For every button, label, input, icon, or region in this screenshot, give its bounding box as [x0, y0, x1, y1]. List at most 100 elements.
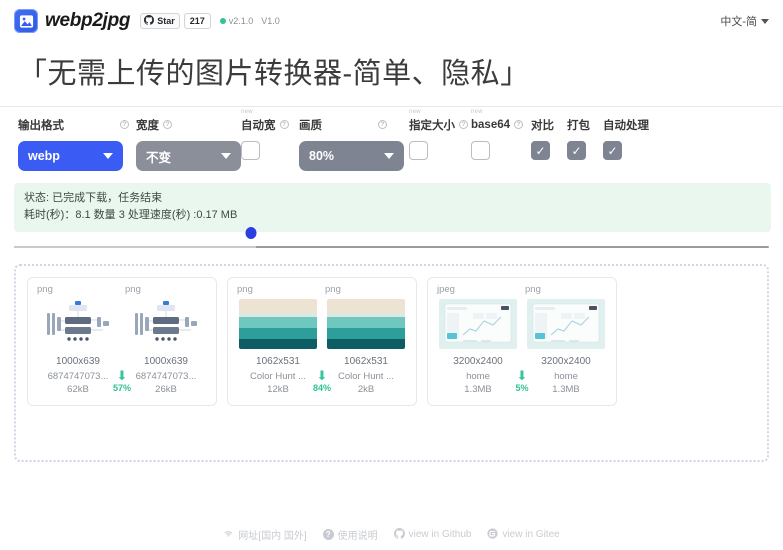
control-5: new 指定大小? [409, 109, 471, 160]
format-label: png [325, 284, 341, 296]
github-star-button[interactable]: Star [140, 13, 180, 29]
progress-slider[interactable] [0, 227, 783, 249]
gitee-icon [487, 527, 499, 542]
checkbox-自动宽[interactable] [241, 141, 260, 160]
control-label: base64? [471, 117, 531, 132]
control-label: 自动宽? [241, 117, 299, 132]
checkbox-对比[interactable] [531, 141, 550, 160]
filename-label: 6874747073... [47, 370, 109, 382]
new-badge: new [241, 109, 253, 115]
checkbox-指定大小[interactable] [409, 141, 428, 160]
reduction-percent: 57% [112, 383, 132, 394]
help-icon[interactable]: ? [459, 120, 468, 129]
network-diagram-thumbnail [39, 299, 117, 350]
select-宽度[interactable]: 不变 [136, 141, 241, 171]
control-8: 打包 [567, 117, 603, 160]
reduction-percent: 84% [312, 383, 332, 394]
format-label: jpeg [437, 284, 455, 296]
image-meta: 1062x531 Color Hunt ... 2kB [338, 355, 394, 397]
version-status-dot [219, 18, 226, 24]
slider-track[interactable] [14, 246, 769, 249]
format-label: png [125, 284, 141, 296]
image-meta: 1000x639 6874747073... 26kB [136, 355, 197, 397]
image-thumbnail[interactable] [439, 299, 517, 350]
slider-fill [14, 246, 256, 249]
control-label: 画质? [299, 117, 409, 132]
footer-link[interactable]: 网址[国内 国外] [223, 527, 307, 542]
control-label: 对比 [531, 119, 554, 132]
help-icon[interactable]: ? [120, 120, 129, 129]
select-value: 不变 [146, 150, 172, 165]
image-meta: 3200x2400 home 1.3MB [453, 355, 503, 397]
status-panel: 状态: 已完成下载，任务结束 耗时(秒)：8.1 数量 3 处理速度(秒) :0… [14, 183, 771, 233]
download-arrow-icon[interactable]: ⬇ [317, 369, 328, 382]
image-thumbnail[interactable] [327, 299, 405, 350]
filesize-label: 1.3MB [464, 384, 492, 396]
filesize-label: 12kB [267, 384, 289, 396]
image-thumbnail[interactable] [39, 299, 117, 350]
result-target: png 1062x531 Color Hunt ... 2kB [322, 284, 410, 397]
color-palette-thumbnail [239, 299, 317, 350]
filename-label: Color Hunt ... [250, 370, 306, 382]
result-card[interactable]: png 1062x531 Color Hunt ... 12kB png 1062x531… [227, 277, 417, 407]
result-source: png 1062x531 Color Hunt ... 12kB [234, 284, 322, 397]
image-meta: 1000x639 6874747073... 62kB [48, 355, 109, 397]
status-line-1: 状态: 已完成下载，任务结束 [24, 192, 163, 204]
version-label: v2.1.0 [228, 16, 254, 26]
footer-link[interactable]: view in Gitee [487, 527, 560, 542]
select-画质[interactable]: 80% [299, 141, 404, 171]
checkbox-自动处理[interactable] [603, 141, 622, 160]
help-icon[interactable]: ? [163, 120, 172, 129]
footer-link-label: view in Gitee [502, 529, 560, 540]
result-source: jpeg 3200x2400 home 1.3MB [434, 284, 522, 397]
file-dropzone[interactable]: png 1000x639 6874747073... 62kB png 1000x639 6… [14, 264, 769, 463]
select-value: 80% [309, 149, 335, 163]
image-meta: 3200x2400 home 1.3MB [541, 355, 591, 397]
checkbox-base64[interactable] [471, 141, 490, 160]
app-root: webp2jpg Star 217 v2.1.0 V1.0 中文-简 「无需上传… [0, 0, 783, 550]
image-thumbnail[interactable] [127, 299, 205, 350]
filename-label: home [466, 370, 490, 382]
reduction-badge: ⬇ 57% [112, 369, 132, 394]
dashboard-screenshot-thumbnail [527, 299, 605, 350]
image-thumbnail[interactable] [527, 299, 605, 350]
help-icon[interactable]: ? [514, 120, 524, 129]
help-icon[interactable]: ? [378, 120, 387, 129]
language-selector[interactable]: 中文-简 [720, 13, 769, 29]
checkbox-打包[interactable] [567, 141, 586, 160]
result-target: png 1000x639 6874747073... 26kB [122, 284, 210, 397]
download-arrow-icon[interactable]: ⬇ [117, 369, 128, 382]
control-9: 自动处理 [603, 117, 669, 160]
reduction-badge: ⬇ 5% [515, 369, 528, 393]
footer: 网址[国内 国外] ? 使用说明 view in Github view in Gite… [0, 527, 783, 542]
format-label: png [525, 284, 541, 296]
dashboard-screenshot-thumbnail [439, 299, 517, 350]
wifi-icon [223, 528, 234, 542]
version-alt-label: V1.0 [261, 16, 280, 26]
language-label: 中文-简 [720, 16, 757, 28]
result-source: png 1000x639 6874747073... 62kB [34, 284, 122, 397]
control-label: 自动处理 [603, 119, 649, 132]
format-label: png [237, 284, 253, 296]
status-line-2: 耗时(秒)：8.1 数量 3 处理速度(秒) :0.17 MB [24, 209, 238, 222]
select-输出格式[interactable]: webp [18, 141, 123, 171]
result-card[interactable]: jpeg 3200x2400 home 1.3MB png 3200x2400 home 1.… [427, 277, 617, 407]
app-header: webp2jpg Star 217 v2.1.0 V1.0 中文-简 [0, 0, 783, 42]
chevron-down-icon [384, 153, 394, 159]
help-icon[interactable]: ? [279, 120, 289, 129]
page-title: 「无需上传的图片转换器-简单、隐私」 [18, 58, 530, 90]
control-label: 输出格式? [18, 117, 136, 132]
slider-thumb[interactable] [245, 227, 257, 240]
footer-link-label: view in Github [408, 529, 472, 540]
footer-link[interactable]: ? 使用说明 [322, 527, 378, 542]
footer-link-label: 使用说明 [337, 531, 378, 542]
image-thumbnail[interactable] [239, 299, 317, 350]
control-label: 打包 [567, 119, 590, 132]
filesize-label: 26kB [155, 384, 177, 396]
filename-label: 6874747073... [135, 370, 197, 382]
control-6: new base64? [471, 109, 531, 160]
footer-link[interactable]: view in Github [393, 527, 472, 542]
format-label: png [37, 284, 53, 296]
result-card[interactable]: png 1000x639 6874747073... 62kB png 1000x639 6… [27, 277, 217, 407]
download-arrow-icon[interactable]: ⬇ [517, 369, 528, 382]
